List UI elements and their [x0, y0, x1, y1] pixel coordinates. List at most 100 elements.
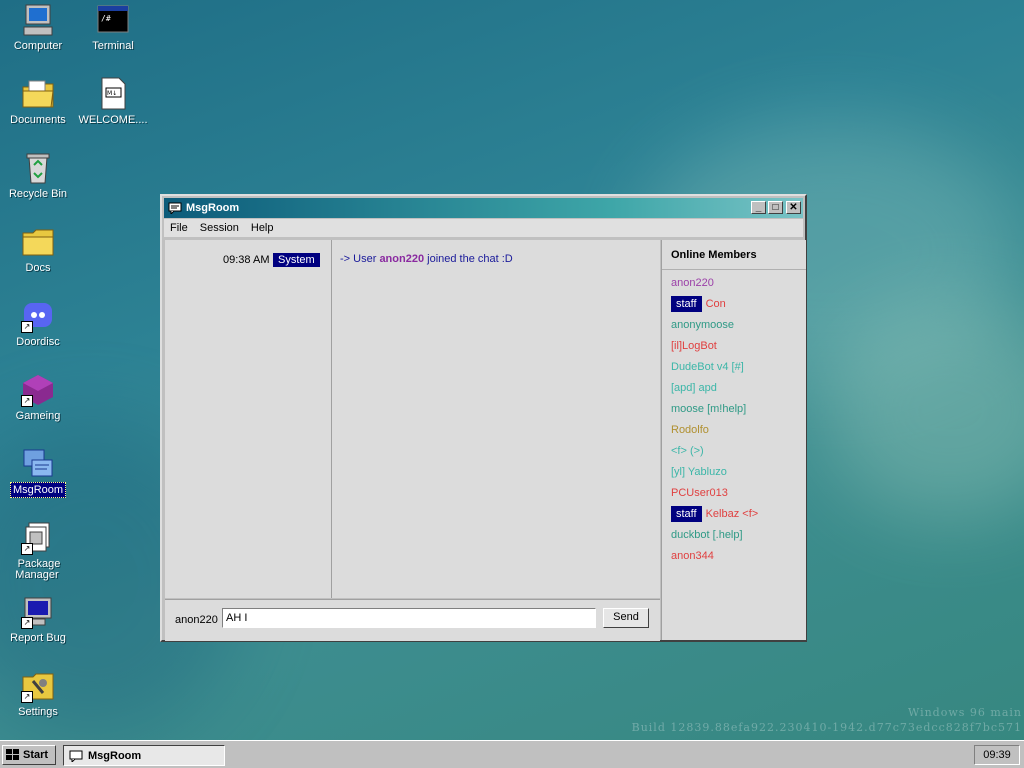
- recycle-bin-icon: [21, 151, 55, 185]
- build-watermark-line2: Build 12839.88efa922.230410-1942.d77c73e…: [631, 721, 1022, 734]
- taskbar: Start MsgRoom 09:39: [0, 740, 1024, 768]
- msgroom-icon: [168, 202, 182, 214]
- member-name: Rodolfo: [671, 424, 709, 436]
- member-item[interactable]: PCUser013: [671, 487, 728, 499]
- member-item[interactable]: DudeBot v4 [#]: [671, 361, 744, 373]
- shortcut-arrow-icon: ↗: [21, 691, 33, 703]
- member-name: [apd] apd: [671, 382, 717, 394]
- msgroom-icon: [21, 447, 55, 481]
- member-name: Con: [705, 298, 726, 310]
- icon-label: Docs: [25, 262, 51, 274]
- taskbar-clock: 09:39: [974, 745, 1020, 765]
- message-input[interactable]: [222, 608, 596, 628]
- member-name: PCUser013: [671, 487, 728, 499]
- icon-label: Computer: [13, 40, 63, 52]
- msgroom-window: MsgRoom _ □ ✕ File Session Help 09:38 AM…: [160, 194, 807, 642]
- message-meta-column: 09:38 AM System: [165, 240, 332, 598]
- shortcut-arrow-icon: ↗: [21, 395, 33, 407]
- member-item[interactable]: <f> (>): [671, 445, 704, 457]
- menu-file[interactable]: File: [164, 222, 194, 234]
- desktop-icon-computer[interactable]: Computer: [0, 3, 76, 52]
- desktop-icon-terminal[interactable]: /# Terminal: [75, 3, 151, 52]
- close-button[interactable]: ✕: [786, 201, 801, 214]
- system-badge: System: [273, 253, 320, 267]
- folder-icon: [21, 225, 55, 259]
- menu-session[interactable]: Session: [194, 222, 245, 234]
- shortcut-arrow-icon: ↗: [21, 321, 33, 333]
- member-name: <f> (>): [671, 445, 704, 457]
- member-name: Kelbaz <f>: [705, 508, 759, 520]
- input-row: anon220 Send: [165, 599, 660, 641]
- message-log: -> User anon220 joined the chat :D: [332, 240, 660, 598]
- report-bug-icon: ↗: [21, 595, 55, 629]
- markdown-file-icon: M↓: [96, 77, 130, 111]
- desktop-icon-package-manager[interactable]: ↗ Package Manager: [0, 521, 76, 581]
- member-name: anon220: [671, 277, 714, 289]
- shortcut-arrow-icon: ↗: [21, 617, 33, 629]
- message-timestamp: 09:38 AM: [223, 254, 270, 266]
- icon-label: Documents: [10, 114, 66, 126]
- member-item[interactable]: anon344: [671, 550, 714, 562]
- member-item[interactable]: duckbot [.help]: [671, 529, 743, 541]
- minimize-button[interactable]: _: [751, 201, 766, 214]
- doordisc-icon: ↗: [21, 299, 55, 333]
- desktop-icon-gameing[interactable]: ↗ Gameing: [0, 373, 76, 422]
- package-manager-icon: ↗: [21, 521, 55, 555]
- settings-icon: ↗: [21, 669, 55, 703]
- taskbar-item-msgroom[interactable]: MsgRoom: [63, 745, 225, 766]
- icon-label: Doordisc: [16, 336, 60, 348]
- member-name: anon344: [671, 550, 714, 562]
- send-button[interactable]: Send: [603, 608, 649, 628]
- desktop-icon-docs[interactable]: Docs: [0, 225, 76, 274]
- icon-label: Package Manager: [15, 558, 61, 581]
- start-button[interactable]: Start: [2, 745, 56, 765]
- svg-text:/#: /#: [101, 14, 111, 23]
- members-divider: [662, 269, 806, 270]
- menu-help[interactable]: Help: [245, 222, 280, 234]
- member-item[interactable]: anonymoose: [671, 319, 734, 331]
- menu-bar: File Session Help: [164, 219, 803, 237]
- member-name: [yl] Yabluzo: [671, 466, 727, 478]
- desktop-icon-msgroom[interactable]: MsgRoom: [0, 447, 76, 498]
- desktop-icon-settings[interactable]: ↗ Settings: [0, 669, 76, 718]
- build-watermark-line1: Windows 96 main: [907, 706, 1022, 719]
- shortcut-arrow-icon: ↗: [21, 543, 33, 555]
- icon-label: Terminal: [92, 40, 134, 52]
- maximize-button[interactable]: □: [768, 201, 783, 214]
- member-item[interactable]: [yl] Yabluzo: [671, 466, 727, 478]
- staff-badge: staff: [671, 296, 702, 312]
- svg-text:M↓: M↓: [107, 90, 117, 97]
- desktop-icon-doordisc[interactable]: ↗ Doordisc: [0, 299, 76, 348]
- current-username: anon220: [175, 614, 218, 626]
- member-item[interactable]: anon220: [671, 277, 714, 289]
- gameing-icon: ↗: [21, 373, 55, 407]
- desktop-icon-welcome[interactable]: M↓ WELCOME....: [75, 77, 151, 126]
- desktop-icon-documents[interactable]: Documents: [0, 77, 76, 126]
- taskbar-item-label: MsgRoom: [88, 749, 142, 762]
- icon-label: WELCOME....: [78, 114, 148, 126]
- staff-badge: staff: [671, 506, 702, 522]
- msgroom-icon: [69, 750, 83, 762]
- message-username[interactable]: anon220: [379, 253, 424, 265]
- start-logo-icon: [6, 749, 19, 760]
- icon-label: MsgRoom: [9, 482, 67, 498]
- window-title: MsgRoom: [186, 202, 240, 214]
- icon-label: Recycle Bin: [8, 188, 68, 200]
- member-item[interactable]: moose [m!help]: [671, 403, 746, 415]
- member-item[interactable]: Rodolfo: [671, 424, 709, 436]
- member-item[interactable]: [il]LogBot: [671, 340, 717, 352]
- terminal-icon: /#: [96, 3, 130, 37]
- desktop-icon-report-bug[interactable]: ↗ Report Bug: [0, 595, 76, 644]
- member-name: duckbot [.help]: [671, 529, 743, 541]
- online-members-panel: Online Members anon220 staff Con anonymoose…: [661, 240, 806, 640]
- computer-icon: [21, 3, 55, 37]
- window-titlebar[interactable]: MsgRoom _ □ ✕: [164, 198, 803, 218]
- member-item[interactable]: staff Con: [671, 296, 726, 312]
- desktop-icon-recycle-bin[interactable]: Recycle Bin: [0, 151, 76, 200]
- icon-label: Settings: [18, 706, 58, 718]
- member-item[interactable]: [apd] apd: [671, 382, 717, 394]
- member-item[interactable]: staff Kelbaz <f>: [671, 506, 759, 522]
- start-label: Start: [23, 749, 49, 761]
- member-name: DudeBot v4 [#]: [671, 361, 744, 373]
- desktop: Computer /# Terminal Documents M↓ WELCOM…: [0, 0, 1024, 740]
